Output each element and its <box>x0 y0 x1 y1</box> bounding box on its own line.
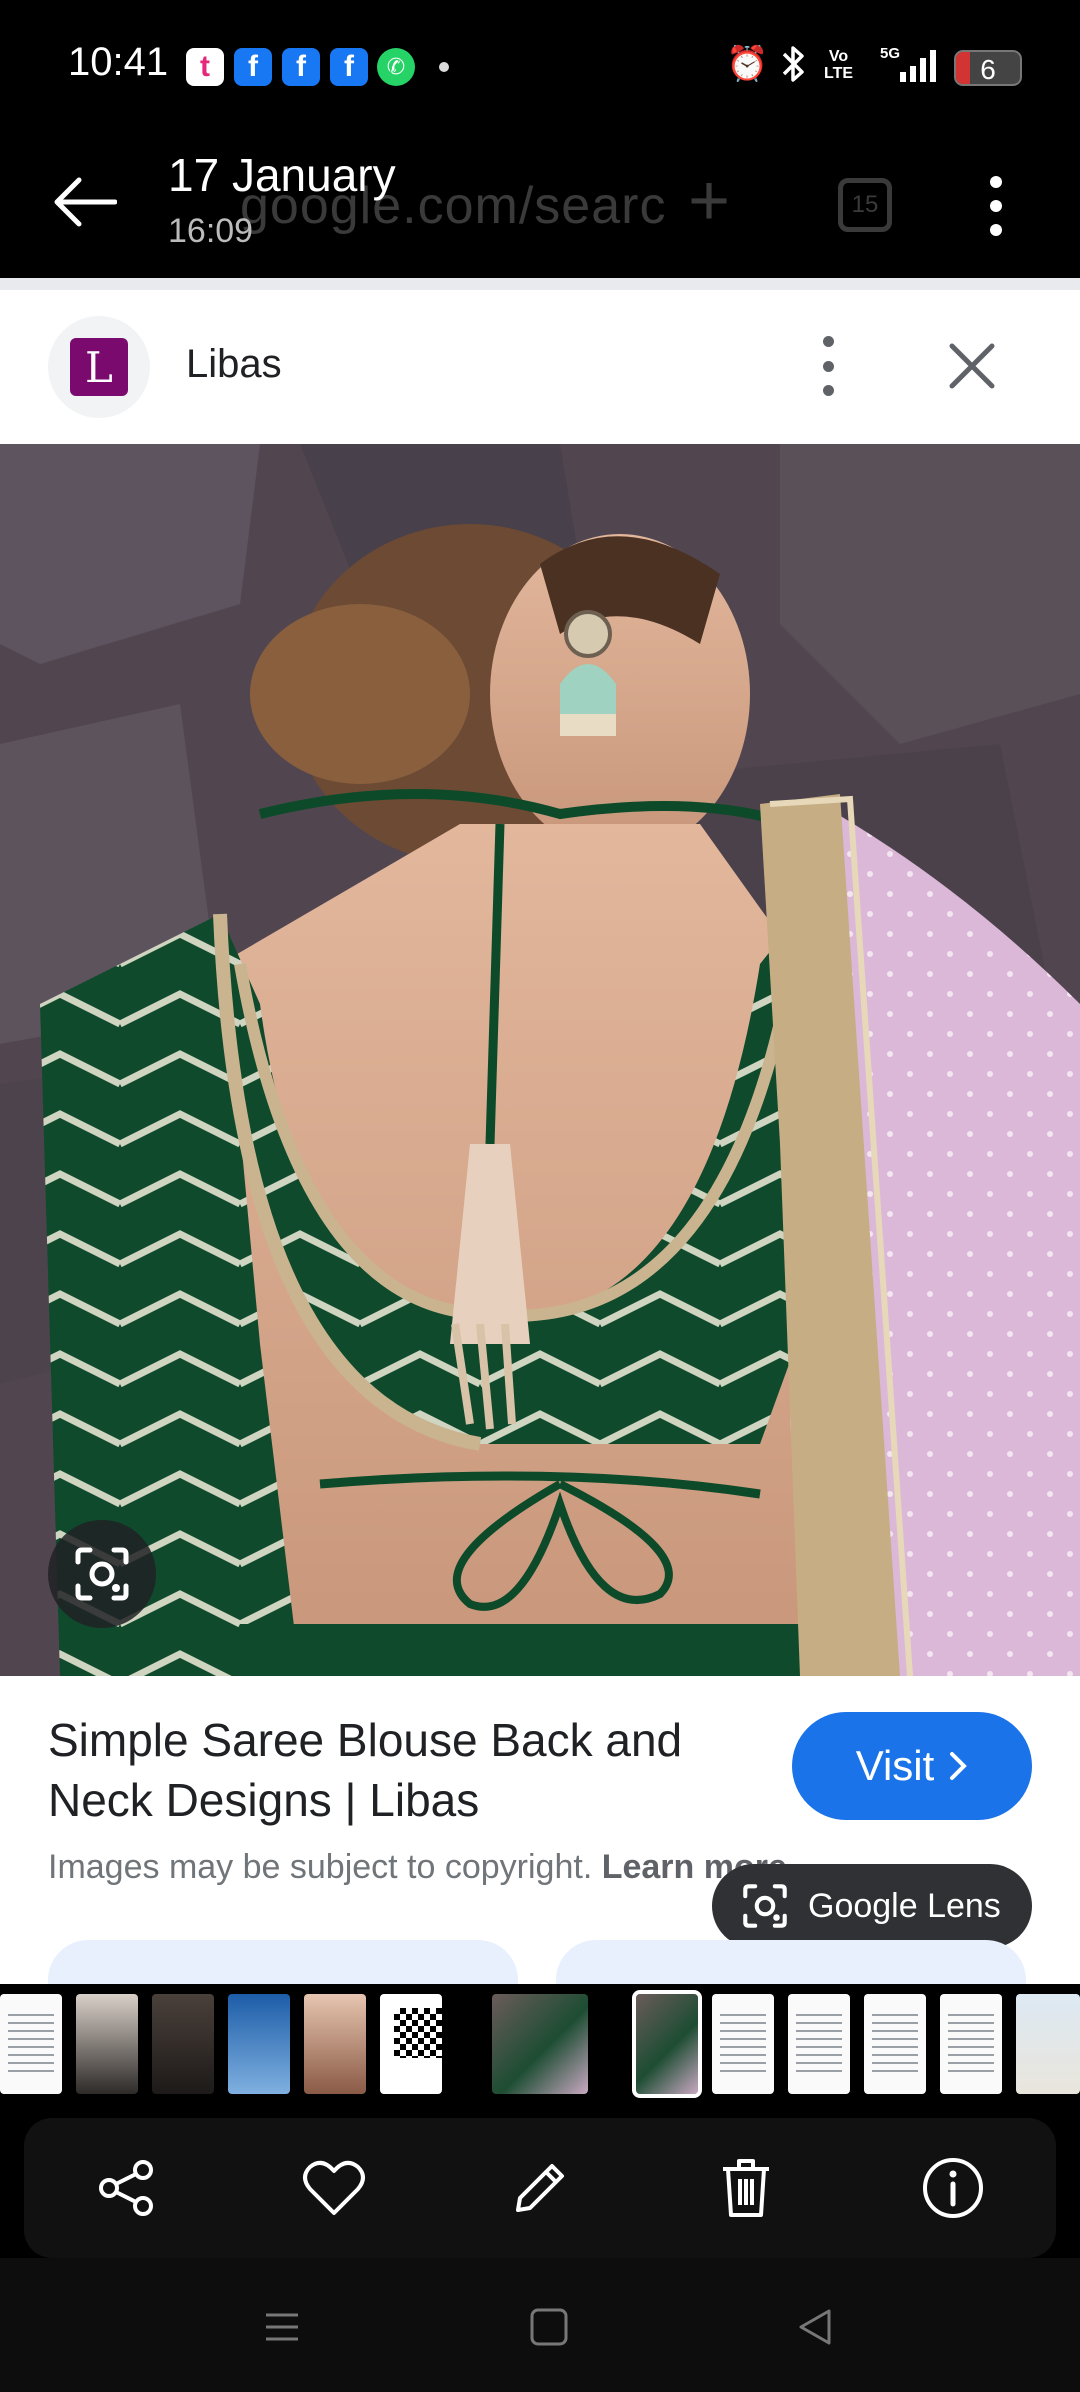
sheet-edge <box>0 278 1080 290</box>
gallery-thumbnail[interactable] <box>304 1994 366 2094</box>
photo-time: 16:09 <box>168 212 254 250</box>
signal-icon: 5G <box>878 44 942 93</box>
whatsapp-notification-icon: ✆ <box>377 48 415 86</box>
close-icon <box>949 343 995 389</box>
edit-button[interactable] <box>492 2140 588 2236</box>
lens-search-button[interactable] <box>48 1520 156 1628</box>
back-icon <box>799 2309 831 2345</box>
gallery-thumbnail[interactable] <box>0 1994 62 2094</box>
dot-icon <box>822 360 834 372</box>
recents-icon <box>266 2313 298 2341</box>
edit-icon <box>515 2164 564 2212</box>
tiktok-notification-icon: t <box>186 48 224 86</box>
dot-icon <box>822 385 834 396</box>
lens-camera-icon <box>75 1547 129 1601</box>
more-options-button[interactable] <box>966 168 1026 244</box>
battery-level: 6 <box>980 54 996 85</box>
source-row: L Libas <box>0 290 1080 444</box>
nav-back-button[interactable] <box>780 2292 850 2362</box>
gallery-thumbnail[interactable] <box>492 1994 588 2094</box>
gallery-thumbnail[interactable] <box>864 1994 926 2094</box>
source-more-button[interactable] <box>798 330 858 402</box>
recents-button[interactable] <box>247 2292 317 2362</box>
system-navigation-bar <box>0 2258 1080 2392</box>
info-button[interactable] <box>905 2140 1001 2236</box>
status-bar: 10:41 t f f f ✆ ⏰ Vo LTE 5G 6 <box>0 0 1080 130</box>
google-lens-button[interactable]: Google Lens <box>712 1864 1032 1948</box>
dot-icon <box>990 224 1002 236</box>
visit-label: Visit <box>855 1742 935 1789</box>
gallery-thumbnail[interactable] <box>1016 1994 1080 2094</box>
gallery-thumbnail-strip[interactable] <box>0 1984 1080 2106</box>
dot-icon <box>990 176 1002 188</box>
more-notifications-dot-icon <box>439 62 449 72</box>
google-lens-icon <box>743 1884 787 1928</box>
favorite-button[interactable] <box>286 2140 382 2236</box>
facebook-notification-icon: f <box>234 48 272 86</box>
copyright-text: Images may be subject to copyright. <box>48 1848 593 1886</box>
close-button[interactable] <box>936 330 1008 402</box>
gallery-thumbnail[interactable] <box>712 1994 774 2094</box>
image-result-panel: L Libas Simple Saree Blouse Back and Nec… <box>0 290 1080 2020</box>
result-image[interactable] <box>0 444 1080 1676</box>
facebook-notification-icon: f <box>282 48 320 86</box>
visit-button[interactable]: Visit <box>792 1712 1032 1820</box>
libas-logo-icon: L <box>70 338 128 396</box>
volte-icon: Vo LTE <box>824 48 854 82</box>
result-title[interactable]: Simple Saree Blouse Back and Neck Design… <box>48 1710 768 1830</box>
dot-icon <box>990 200 1002 212</box>
gallery-thumbnail[interactable] <box>788 1994 850 2094</box>
source-favicon[interactable]: L <box>48 316 150 418</box>
saree-blouse-photo <box>0 444 1080 1676</box>
gallery-thumbnail[interactable] <box>76 1994 138 2094</box>
gallery-thumbnail[interactable] <box>380 1994 442 2094</box>
battery-icon: 6 <box>954 50 1022 86</box>
delete-button[interactable] <box>698 2140 794 2236</box>
chevron-right-icon <box>950 1752 968 1780</box>
network-type-label: 5G <box>880 45 900 62</box>
share-icon <box>99 2160 154 2216</box>
arrow-left-icon <box>54 177 117 227</box>
delete-icon <box>723 2159 770 2217</box>
source-name[interactable]: Libas <box>186 342 282 387</box>
info-icon <box>922 2158 983 2218</box>
home-icon <box>530 2308 568 2346</box>
copyright-notice: Images may be subject to copyright. Lear… <box>48 1848 787 1887</box>
alarm-icon: ⏰ <box>726 45 769 83</box>
photo-date: 17 January <box>168 149 396 201</box>
gallery-thumbnail[interactable] <box>940 1994 1002 2094</box>
facebook-notification-icon: f <box>330 48 368 86</box>
share-button[interactable] <box>79 2140 175 2236</box>
ghost-new-tab-icon: + <box>688 161 731 241</box>
gallery-thumbnail[interactable] <box>152 1994 214 2094</box>
gallery-thumbnail[interactable] <box>228 1994 290 2094</box>
heart-icon <box>302 2160 365 2215</box>
status-time: 10:41 <box>68 40 169 84</box>
gallery-thumbnail-selected[interactable] <box>632 1990 702 2098</box>
bluetooth-icon <box>780 44 808 93</box>
gallery-header: google.com/searc + 15 17 January 16:09 <box>0 130 1080 278</box>
ghost-tab-count: 15 <box>838 178 892 232</box>
photo-action-toolbar <box>24 2118 1056 2258</box>
google-lens-label: Google Lens <box>808 1886 1001 1925</box>
home-button[interactable] <box>514 2292 584 2362</box>
dot-icon <box>822 336 834 347</box>
back-button[interactable] <box>44 162 124 242</box>
